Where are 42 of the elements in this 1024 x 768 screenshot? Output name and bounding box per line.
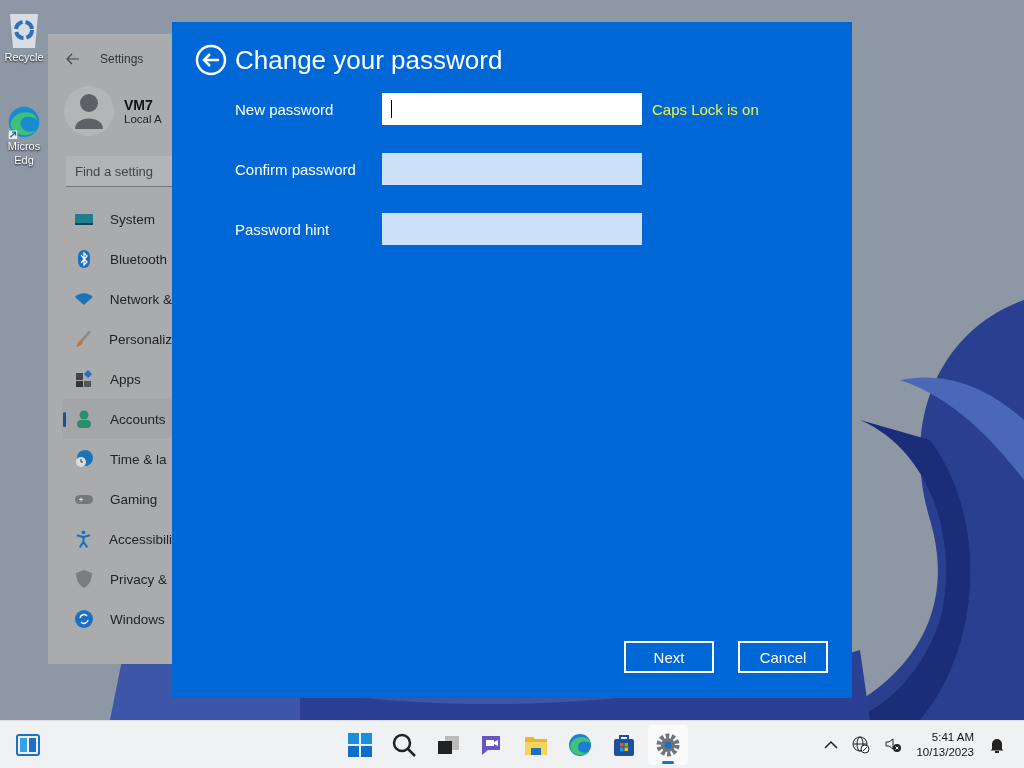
nav-item[interactable]: Apps — [62, 359, 172, 399]
input-field[interactable] — [382, 213, 642, 245]
nav-item[interactable]: Bluetooth — [62, 239, 172, 279]
user-name: VM7 — [124, 97, 154, 113]
settings-taskbar-icon[interactable] — [648, 725, 688, 765]
nav-item[interactable]: Windows — [62, 599, 172, 639]
nav-item[interactable]: Time & la — [62, 439, 172, 479]
field-label: Confirm password — [235, 160, 357, 178]
nav-item[interactable]: Gaming — [62, 479, 172, 519]
input-field[interactable] — [382, 153, 642, 185]
account-type: Local A — [124, 113, 162, 125]
accounts-icon — [74, 409, 94, 429]
back-arrow-icon[interactable] — [66, 53, 80, 65]
window-title: Settings — [100, 52, 144, 66]
browser-icon[interactable] — [7, 105, 41, 139]
search-field[interactable]: Find a setting — [66, 156, 172, 187]
nav-item[interactable]: System — [62, 199, 172, 239]
personalization-icon — [74, 329, 93, 349]
caps-lock-warning: Caps Lock is on — [652, 100, 759, 118]
back-icon[interactable] — [195, 44, 227, 76]
privacy-icon — [74, 569, 94, 589]
dialog-title: Change your password — [235, 44, 503, 76]
field-label: Password hint — [235, 220, 331, 238]
nav-item[interactable]: Personaliz — [62, 319, 172, 359]
avatar — [64, 86, 114, 136]
next-button[interactable]: Next — [624, 641, 714, 673]
nav-item[interactable]: Accounts — [62, 399, 172, 439]
speaker-muted-icon[interactable] — [884, 736, 903, 753]
apps-icon — [74, 369, 94, 389]
nav-item[interactable]: Accessibili — [62, 519, 172, 559]
update-icon — [74, 609, 94, 629]
globe-icon[interactable] — [852, 735, 871, 754]
widgets-icon[interactable] — [16, 733, 40, 756]
field-label: New password — [235, 100, 335, 118]
accessibility-icon — [74, 529, 93, 549]
cancel-button[interactable]: Cancel — [738, 641, 828, 673]
time-icon — [74, 449, 94, 469]
nav-item[interactable]: Network & — [62, 279, 172, 319]
chevron-up-icon[interactable] — [824, 740, 839, 749]
input-field[interactable] — [382, 93, 642, 125]
clock[interactable]: 5:41 AM 10/13/2023 — [916, 729, 974, 760]
nav-item[interactable]: Privacy & — [62, 559, 172, 599]
